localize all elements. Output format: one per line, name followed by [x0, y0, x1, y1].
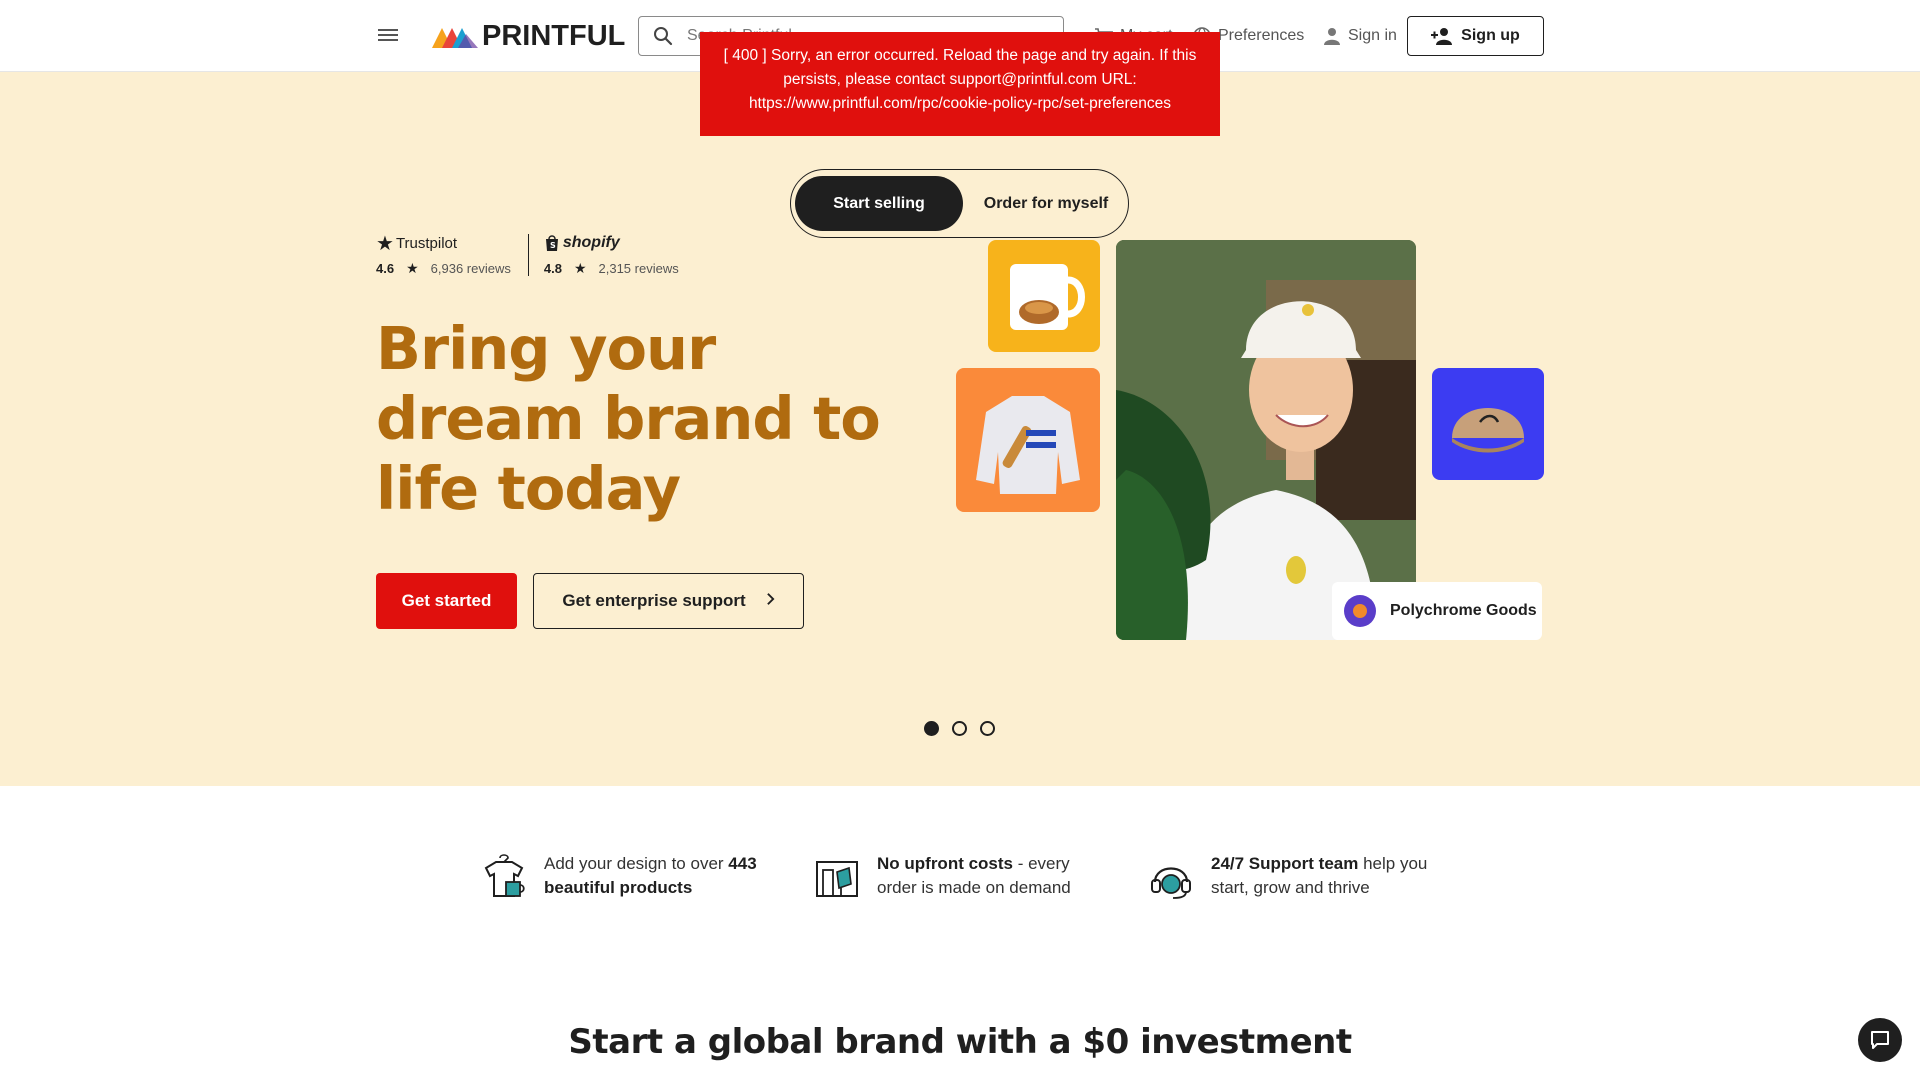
mug-product-image — [988, 240, 1100, 352]
sign-in-label: Sign in — [1348, 27, 1397, 44]
star-icon: ★ — [573, 260, 587, 276]
trustpilot-reviews: 6,936 reviews — [430, 261, 511, 276]
feature-no-upfront-text: No upfront costs - every order is made o… — [877, 852, 1097, 900]
start-selling-option[interactable]: Start selling — [795, 176, 963, 231]
feature-support: 24/7 Support team help you start, grow a… — [1147, 852, 1451, 902]
star-icon: ★ — [406, 260, 419, 276]
carousel-dots — [924, 721, 1008, 736]
trustpilot-score: 4.6 — [376, 261, 395, 276]
order-for-myself-option[interactable]: Order for myself — [971, 176, 1121, 231]
logo[interactable]: PRINTFUL — [432, 20, 625, 52]
shopify-reviews: 2,315 reviews — [598, 261, 679, 276]
feature-products-pre: Add your design to over — [544, 854, 729, 873]
feature-support-bold: 24/7 Support team — [1211, 854, 1359, 873]
menu-icon[interactable] — [376, 26, 400, 46]
trustpilot-star-icon: ★ — [376, 232, 394, 255]
section-title: Start a global brand with a $0 investmen… — [568, 1022, 1352, 1062]
shopify-brand: S shopify — [544, 232, 679, 254]
shopify-rating[interactable]: S shopify 4.8 ★ 2,315 reviews — [544, 232, 679, 278]
trustpilot-brand: ★ Trustpilot — [376, 232, 511, 255]
trustpilot-name: Trustpilot — [395, 234, 458, 252]
carousel-dot-1[interactable] — [924, 721, 939, 736]
sweatshirt-product-image — [956, 368, 1100, 512]
brand-card: Polychrome Goods — [1332, 582, 1542, 640]
preferences-label: Preferences — [1218, 27, 1305, 44]
carousel-dot-2[interactable] — [952, 721, 967, 736]
cap-product-image — [1432, 368, 1544, 480]
shopify-score-line: 4.8 ★ 2,315 reviews — [544, 260, 679, 277]
feature-support-text: 24/7 Support team help you start, grow a… — [1211, 852, 1451, 900]
chat-button[interactable] — [1858, 1018, 1902, 1062]
feature-no-upfront: No upfront costs - every order is made o… — [813, 852, 1097, 902]
brand-card-label: Polychrome Goods — [1390, 602, 1537, 619]
shopify-name: shopify — [562, 234, 620, 251]
logo-text: PRINTFUL — [482, 19, 626, 52]
trustpilot-rating[interactable]: ★ Trustpilot 4.6 ★ 6,936 reviews — [376, 232, 511, 278]
feature-products: Add your design to over 443 beautiful pr… — [480, 852, 784, 902]
user-icon — [1324, 28, 1340, 45]
add-user-icon — [1431, 28, 1453, 45]
sign-in-link[interactable]: Sign in — [1322, 22, 1397, 50]
carousel-dot-3[interactable] — [980, 721, 995, 736]
sign-up-label: Sign up — [1461, 27, 1520, 44]
trustpilot-score-line: 4.6 ★ 6,936 reviews — [376, 260, 511, 277]
tshirt-mug-icon — [484, 854, 525, 897]
model-photo — [1116, 240, 1416, 640]
chevron-right-icon — [766, 592, 775, 611]
logo-mark-icon — [432, 28, 478, 48]
sign-up-button[interactable]: Sign up — [1407, 16, 1544, 56]
audience-toggle[interactable]: Start selling Order for myself — [790, 169, 1129, 238]
storefront-icon — [816, 861, 858, 897]
shopify-score: 4.8 — [543, 261, 562, 276]
ratings-row: ★ Trustpilot 4.6 ★ 6,936 reviews S shopi… — [376, 232, 679, 278]
feature-no-upfront-bold: No upfront costs — [877, 854, 1013, 873]
enterprise-support-button[interactable]: Get enterprise support — [533, 573, 804, 629]
search-icon — [654, 27, 673, 46]
brand-avatar-icon — [1344, 595, 1376, 627]
shopify-bag-icon: S — [545, 235, 558, 251]
hero-headline: Bring your dream brand to life today — [376, 314, 881, 523]
error-toast: [ 400 ] Sorry, an error occurred. Reload… — [700, 32, 1220, 136]
chat-icon — [1871, 1031, 1889, 1049]
headset-icon — [1151, 867, 1191, 899]
svg-text:S: S — [550, 241, 556, 250]
feature-products-text: Add your design to over 443 beautiful pr… — [544, 852, 784, 900]
get-started-button[interactable]: Get started — [376, 573, 517, 629]
enterprise-support-label: Get enterprise support — [562, 591, 746, 610]
ratings-divider — [527, 234, 529, 276]
